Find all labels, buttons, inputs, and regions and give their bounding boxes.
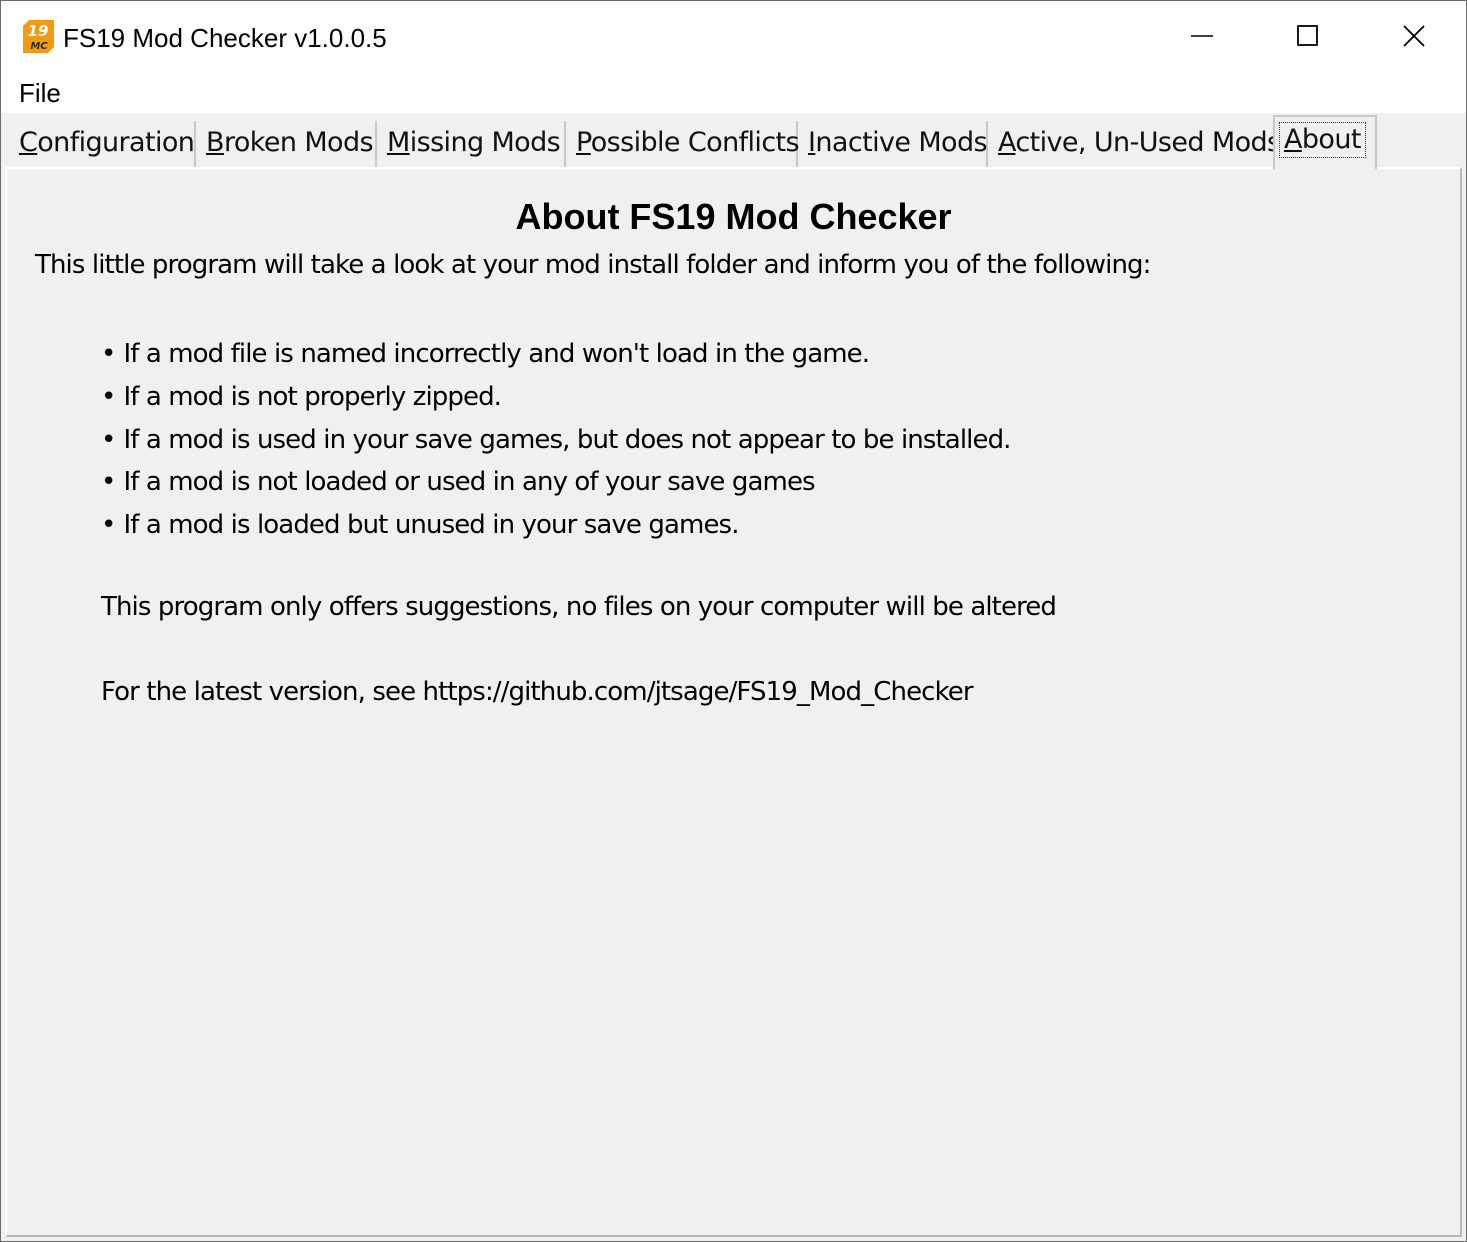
tab-broken-mods-mnemonic: B [206,127,225,158]
tab-about-focus-box: About [1279,122,1366,158]
about-intro: This little program will take a look at … [35,250,1151,280]
window-title: FS19 Mod Checker v1.0.0.5 [63,23,387,53]
app-icon-initials: MC [30,41,48,52]
list-item: If a mod is loaded but unused in your sa… [101,504,1011,547]
about-panel: About FS19 Mod Checker This little progr… [5,167,1462,1237]
about-link-line: For the latest version, see https://gith… [101,677,974,707]
tab-missing-mods-label: issing Mods [409,127,561,158]
list-item: If a mod is not properly zipped. [101,376,1011,419]
about-note: This program only offers suggestions, no… [101,592,1057,622]
app-logo-icon: 19 MC [23,20,54,53]
tab-about-mnemonic: A [1284,124,1302,155]
app-window: 19 MC FS19 Mod Checker v1.0.0.5 File Con… [0,0,1467,1242]
list-item: If a mod is used in your save games, but… [101,419,1011,462]
tab-configuration-label: onfiguration [37,127,195,158]
tab-broken-mods-label: roken Mods [223,127,374,158]
tab-configuration-mnemonic: C [19,127,38,158]
list-item: If a mod file is named incorrectly and w… [101,333,1011,376]
app-icon-number: 19 [28,22,49,40]
list-item: If a mod is not loaded or used in any of… [101,461,1011,504]
tab-possible-conflicts-label: ossible Conflicts [590,127,800,158]
maximize-button[interactable] [1255,1,1361,71]
tab-inactive-mods[interactable]: Inactive Mods [798,121,988,167]
tab-active-unused-mods-mnemonic: A [998,127,1016,158]
close-button[interactable] [1361,1,1467,71]
tab-strip: Configuration Broken Mods Missing Mods P… [1,113,1466,169]
tab-missing-mods-mnemonic: M [387,127,410,158]
tab-about[interactable]: About [1273,115,1377,169]
maximize-icon [1297,25,1318,46]
minimize-button[interactable] [1149,1,1255,71]
title-bar[interactable]: 19 MC FS19 Mod Checker v1.0.0.5 [1,1,1466,71]
feature-list: If a mod file is named incorrectly and w… [101,333,1011,547]
tab-active-unused-mods[interactable]: Active, Un-Used Mods [988,121,1281,167]
minimize-icon [1191,35,1213,37]
menu-file[interactable]: File [19,77,61,109]
menu-bar: File [1,71,1466,113]
tab-configuration[interactable]: Configuration [9,121,196,167]
tab-active-unused-mods-label: ctive, Un-Used Mods [1015,127,1281,158]
tab-possible-conflicts[interactable]: Possible Conflicts [566,121,800,167]
tab-missing-mods[interactable]: Missing Mods [377,121,566,167]
about-heading: About FS19 Mod Checker [515,196,952,237]
tab-about-label: bout [1301,124,1362,155]
tab-broken-mods[interactable]: Broken Mods [196,121,377,167]
close-icon [1403,25,1425,47]
tab-inactive-mods-label: nactive Mods [815,127,987,158]
tab-possible-conflicts-mnemonic: P [576,127,591,158]
